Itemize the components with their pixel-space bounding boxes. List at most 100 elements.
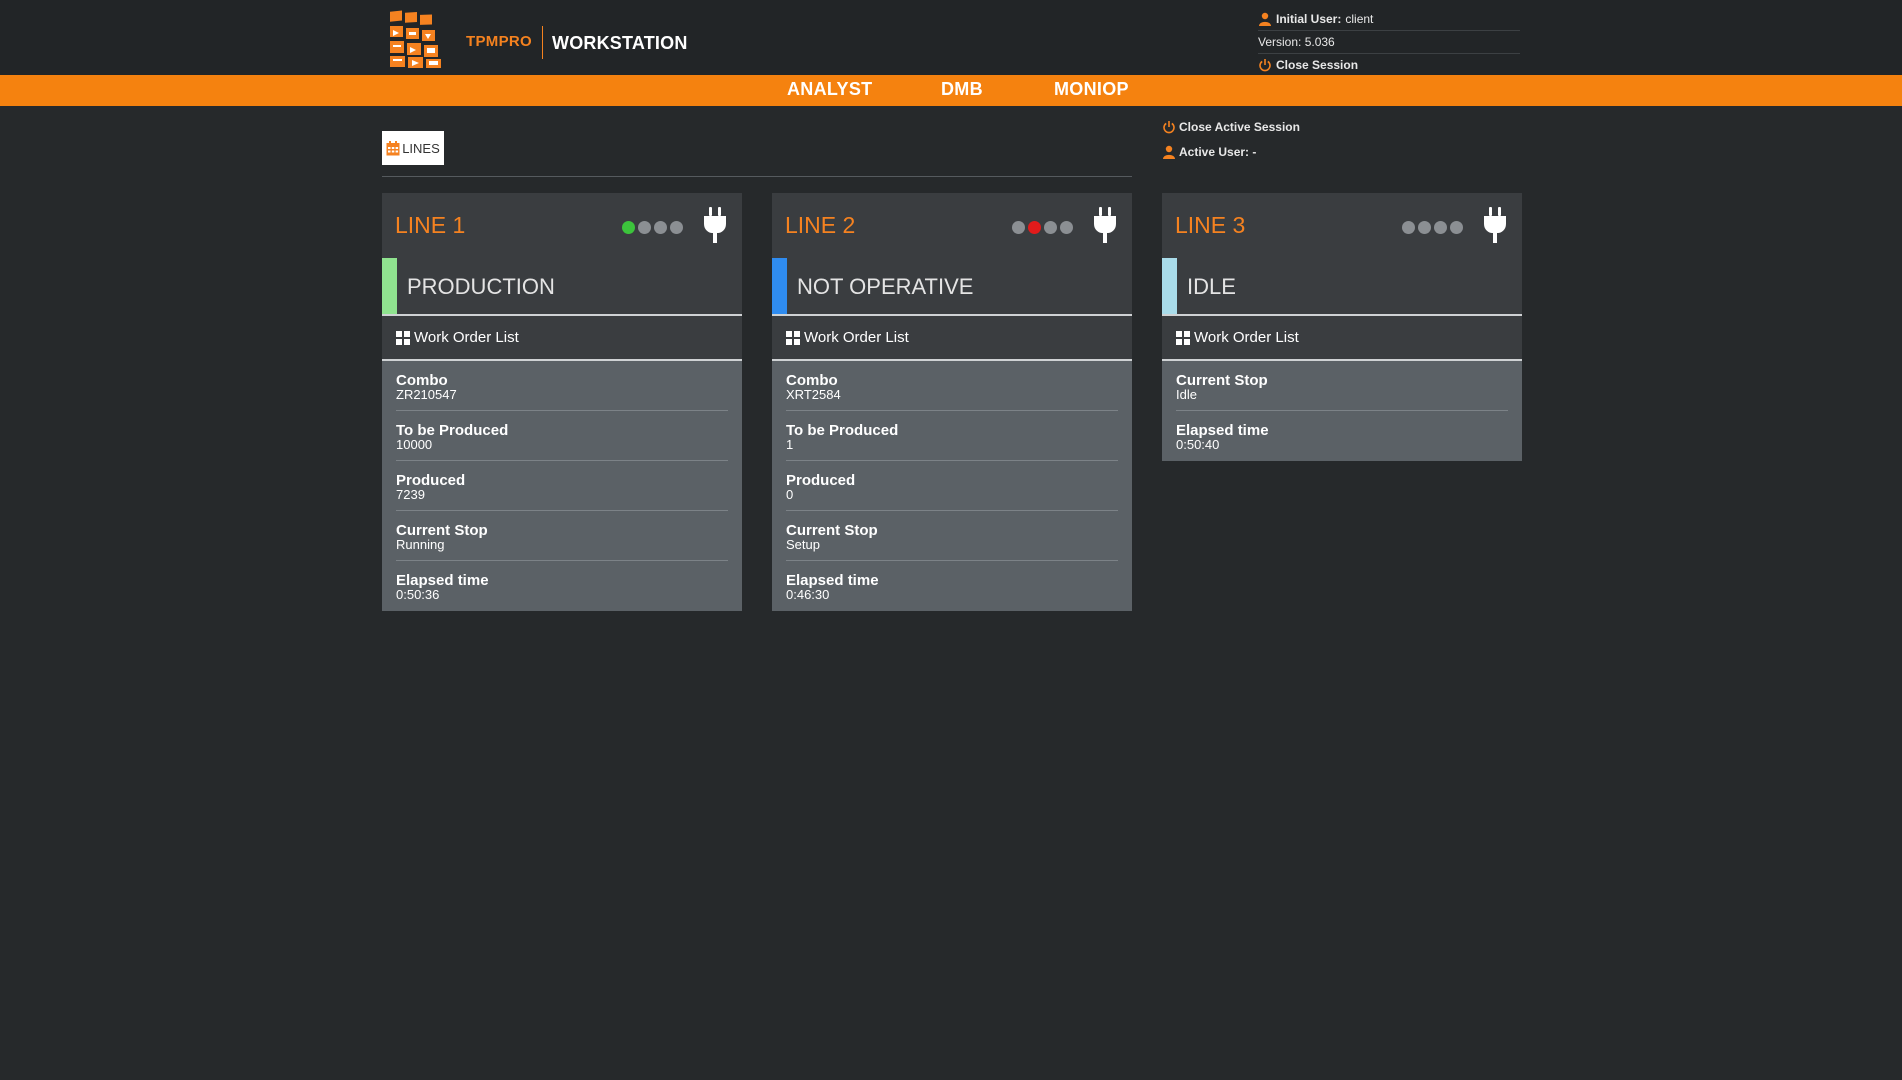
detail-label: Current Stop	[786, 522, 878, 539]
detail-label: Current Stop	[1176, 372, 1268, 389]
status-dot	[638, 221, 651, 234]
line-status: NOT OPERATIVE	[797, 274, 974, 299]
user-icon	[1163, 145, 1175, 159]
toolbar-divider	[382, 176, 1132, 177]
detail-value: 0	[786, 487, 794, 502]
power-icon	[1259, 59, 1271, 72]
status-color-bar	[1162, 258, 1177, 314]
detail-value: XRT2584	[786, 387, 841, 402]
detail-label: To be Produced	[786, 422, 899, 439]
lines-button-label: LINES	[402, 140, 440, 156]
brand-divider	[542, 26, 543, 59]
line-details: Combo XRT2584 To be Produced 1 Produced …	[772, 361, 1132, 611]
detail-label: Combo	[396, 372, 448, 389]
work-order-list-label: Work Order List	[414, 329, 519, 346]
line-card-3[interactable]: LINE 3 IDLE Work Order List Current Stop…	[1162, 193, 1522, 461]
line-title: LINE 3	[1175, 212, 1246, 238]
detail-elapsed-time: Elapsed time 0:46:30	[786, 561, 1118, 611]
plug-icon[interactable]	[1092, 206, 1118, 244]
detail-label: Elapsed time	[786, 572, 879, 589]
tpmpro-logo	[390, 10, 441, 68]
main-nav: ANALYST DMB MONIOP	[0, 75, 1902, 106]
detail-value: 1	[786, 437, 794, 452]
detail-label: Combo	[786, 372, 838, 389]
nav-moniop[interactable]: MONIOP	[1054, 79, 1129, 100]
close-active-session-label: Close Active Session	[1179, 119, 1300, 134]
line-card-header: LINE 1	[382, 193, 742, 258]
detail-combo: Combo ZR210547	[396, 361, 728, 411]
user-icon	[1259, 12, 1271, 26]
initial-user-row: Initial User: client	[1258, 8, 1520, 31]
status-dots	[1402, 221, 1466, 234]
power-icon	[1163, 120, 1175, 133]
nav-analyst[interactable]: ANALYST	[787, 79, 872, 100]
detail-elapsed-time: Elapsed time 0:50:36	[396, 561, 728, 611]
detail-current-stop: Current Stop Idle	[1176, 361, 1508, 411]
top-header: TPMPRO WORKSTATION Initial User: client …	[0, 0, 1902, 75]
detail-label: Produced	[396, 472, 466, 489]
detail-value: Setup	[786, 537, 820, 552]
nav-dmb[interactable]: DMB	[941, 79, 983, 100]
version-text: Version: 5.036	[1258, 35, 1335, 49]
detail-current-stop: Current Stop Running	[396, 511, 728, 561]
line-status-row: PRODUCTION	[382, 258, 742, 316]
detail-label: Elapsed time	[1176, 422, 1269, 439]
detail-current-stop: Current Stop Setup	[786, 511, 1118, 561]
grid-icon	[396, 330, 410, 345]
detail-elapsed-time: Elapsed time 0:50:40	[1176, 411, 1508, 461]
status-dot	[1012, 221, 1025, 234]
line-card-1[interactable]: LINE 1 PRODUCTION Work Order List Combo …	[382, 193, 742, 611]
status-dot	[1450, 221, 1463, 234]
grid-icon	[1176, 330, 1190, 345]
status-dots	[1012, 221, 1076, 234]
status-dot	[670, 221, 683, 234]
line-status: PRODUCTION	[407, 274, 555, 299]
active-session-panel: Close Active Session Active User: -	[1162, 114, 1300, 164]
detail-label: To be Produced	[396, 422, 509, 439]
close-session-label: Close Session	[1276, 58, 1359, 72]
calendar-icon	[386, 140, 400, 155]
line-card-2[interactable]: LINE 2 NOT OPERATIVE Work Order List Com…	[772, 193, 1132, 611]
detail-to-be-produced: To be Produced 10000	[396, 411, 728, 461]
work-order-list-link[interactable]: Work Order List	[1162, 316, 1522, 361]
line-status-row: NOT OPERATIVE	[772, 258, 1132, 316]
detail-to-be-produced: To be Produced 1	[786, 411, 1118, 461]
work-order-list-link[interactable]: Work Order List	[382, 316, 742, 361]
active-user-label: Active User: -	[1179, 144, 1257, 159]
brand-name: TPMPRO	[466, 33, 532, 50]
line-status-row: IDLE	[1162, 258, 1522, 316]
detail-value: Idle	[1176, 387, 1197, 402]
app-title: WORKSTATION	[552, 33, 688, 53]
detail-label: Current Stop	[396, 522, 488, 539]
status-dot	[1402, 221, 1415, 234]
line-card-header: LINE 3	[1162, 193, 1522, 258]
grid-icon	[786, 330, 800, 345]
status-dot	[654, 221, 667, 234]
detail-value: 0:50:40	[1176, 437, 1220, 452]
close-session-link[interactable]: Close Session	[1258, 54, 1520, 76]
line-title: LINE 1	[395, 212, 466, 238]
version-row: Version: 5.036	[1258, 31, 1520, 54]
line-details: Current Stop Idle Elapsed time 0:50:40	[1162, 361, 1522, 461]
status-dot	[1434, 221, 1447, 234]
work-order-list-label: Work Order List	[1194, 329, 1299, 346]
active-user-row: Active User: -	[1162, 139, 1300, 164]
status-dots	[622, 221, 686, 234]
line-title: LINE 2	[785, 212, 856, 238]
user-panel: Initial User: client Version: 5.036 Clos…	[1258, 8, 1520, 76]
work-order-list-label: Work Order List	[804, 329, 909, 346]
plug-icon[interactable]	[702, 206, 728, 244]
status-dot	[1028, 221, 1041, 234]
detail-produced: Produced 7239	[396, 461, 728, 511]
line-details: Combo ZR210547 To be Produced 10000 Prod…	[382, 361, 742, 611]
status-dot	[1060, 221, 1073, 234]
detail-value: 0:46:30	[786, 587, 830, 602]
plug-icon[interactable]	[1482, 206, 1508, 244]
initial-user-label: Initial User:	[1276, 12, 1342, 26]
detail-combo: Combo XRT2584	[786, 361, 1118, 411]
line-card-header: LINE 2	[772, 193, 1132, 258]
work-order-list-link[interactable]: Work Order List	[772, 316, 1132, 361]
close-active-session-link[interactable]: Close Active Session	[1162, 114, 1300, 139]
lines-button[interactable]: LINES	[382, 131, 444, 165]
detail-label: Elapsed time	[396, 572, 489, 589]
